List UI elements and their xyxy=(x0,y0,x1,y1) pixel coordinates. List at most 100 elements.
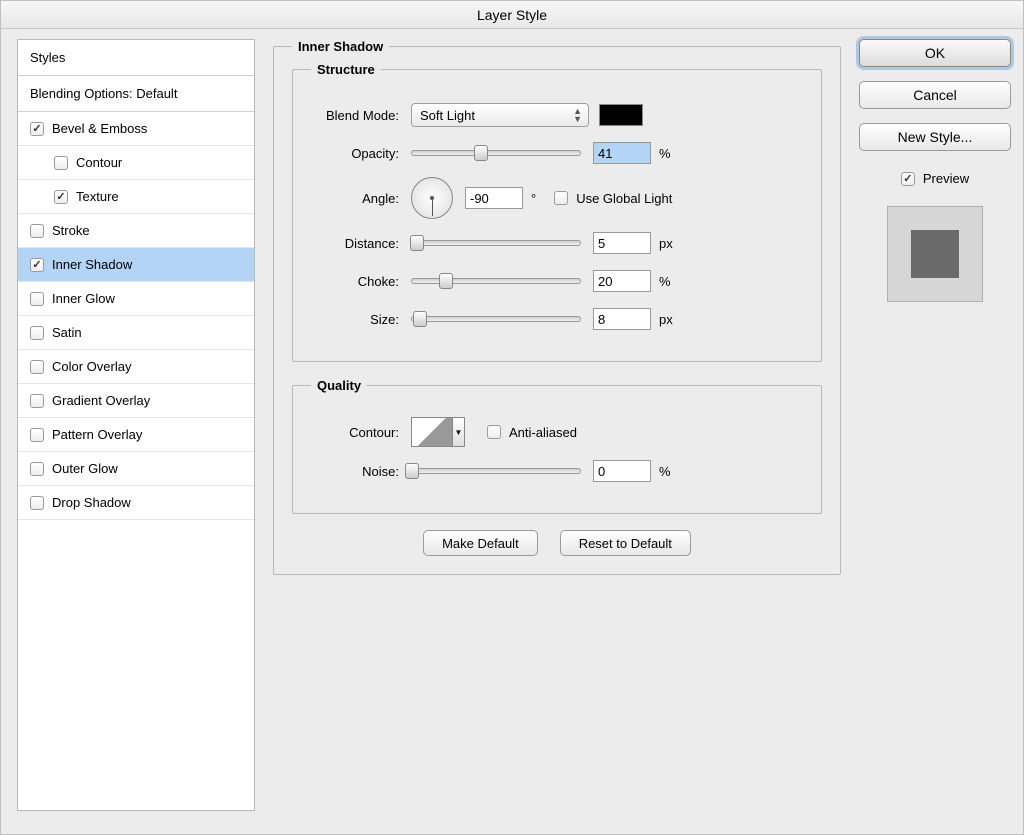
style-item-label: Gradient Overlay xyxy=(52,393,150,408)
new-style-button[interactable]: New Style... xyxy=(859,123,1011,151)
structure-legend: Structure xyxy=(311,62,381,77)
size-row: Size: px xyxy=(311,305,803,333)
preview-label: Preview xyxy=(923,171,969,186)
style-item-outer-glow[interactable]: Outer Glow xyxy=(18,452,254,486)
quality-legend: Quality xyxy=(311,378,367,393)
size-thumb[interactable] xyxy=(413,311,427,327)
angle-input[interactable] xyxy=(465,187,523,209)
style-item-label: Color Overlay xyxy=(52,359,131,374)
cancel-button[interactable]: Cancel xyxy=(859,81,1011,109)
contour-swatch[interactable] xyxy=(411,417,453,447)
preview-swatch xyxy=(911,230,959,278)
ok-button[interactable]: OK xyxy=(859,39,1011,67)
opacity-unit: % xyxy=(659,146,671,161)
main-panel: Inner Shadow Structure Blend Mode: Soft … xyxy=(273,39,841,822)
style-item-label: Pattern Overlay xyxy=(52,427,142,442)
style-item-label: Contour xyxy=(76,155,122,170)
style-checkbox[interactable] xyxy=(54,156,68,170)
structure-fieldset: Structure Blend Mode: Soft Light ▲▼ Opac… xyxy=(292,62,822,362)
contour-dropdown-button[interactable]: ▼ xyxy=(453,417,465,447)
style-item-drop-shadow[interactable]: Drop Shadow xyxy=(18,486,254,520)
inner-shadow-fieldset: Inner Shadow Structure Blend Mode: Soft … xyxy=(273,39,841,575)
style-item-label: Bevel & Emboss xyxy=(52,121,147,136)
style-item-texture[interactable]: Texture xyxy=(18,180,254,214)
distance-thumb[interactable] xyxy=(410,235,424,251)
opacity-slider[interactable] xyxy=(411,150,581,156)
style-item-label: Inner Shadow xyxy=(52,257,132,272)
style-checkbox[interactable] xyxy=(30,360,44,374)
style-item-satin[interactable]: Satin xyxy=(18,316,254,350)
noise-label: Noise: xyxy=(311,464,411,479)
layer-style-dialog: Layer Style Styles Blending Options: Def… xyxy=(0,0,1024,835)
style-item-inner-glow[interactable]: Inner Glow xyxy=(18,282,254,316)
size-slider[interactable] xyxy=(411,316,581,322)
anti-aliased-checkbox[interactable] xyxy=(487,425,501,439)
style-item-label: Outer Glow xyxy=(52,461,118,476)
blending-options-row[interactable]: Blending Options: Default xyxy=(18,76,254,112)
use-global-light-label: Use Global Light xyxy=(576,191,672,206)
styles-list: Styles Blending Options: Default Bevel &… xyxy=(17,39,255,811)
use-global-light-checkbox[interactable] xyxy=(554,191,568,205)
distance-input[interactable] xyxy=(593,232,651,254)
style-item-contour[interactable]: Contour xyxy=(18,146,254,180)
style-item-stroke[interactable]: Stroke xyxy=(18,214,254,248)
preview-checkbox[interactable] xyxy=(901,172,915,186)
make-default-button[interactable]: Make Default xyxy=(423,530,538,556)
choke-label: Choke: xyxy=(311,274,411,289)
style-item-bevel-emboss[interactable]: Bevel & Emboss xyxy=(18,112,254,146)
style-checkbox[interactable] xyxy=(30,394,44,408)
distance-row: Distance: px xyxy=(311,229,803,257)
angle-unit: ° xyxy=(531,191,536,206)
style-checkbox[interactable] xyxy=(30,496,44,510)
shadow-color-swatch[interactable] xyxy=(599,104,643,126)
styles-header[interactable]: Styles xyxy=(18,40,254,76)
style-item-gradient-overlay[interactable]: Gradient Overlay xyxy=(18,384,254,418)
style-checkbox[interactable] xyxy=(30,224,44,238)
right-column: OK Cancel New Style... Preview xyxy=(859,39,1011,822)
preview-row: Preview xyxy=(859,171,1011,186)
noise-slider[interactable] xyxy=(411,468,581,474)
size-input[interactable] xyxy=(593,308,651,330)
contour-label: Contour: xyxy=(311,425,411,440)
style-checkbox[interactable] xyxy=(30,122,44,136)
distance-label: Distance: xyxy=(311,236,411,251)
style-item-inner-shadow[interactable]: Inner Shadow xyxy=(18,248,254,282)
choke-input[interactable] xyxy=(593,270,651,292)
reset-to-default-button[interactable]: Reset to Default xyxy=(560,530,691,556)
blend-mode-dropdown[interactable]: Soft Light ▲▼ xyxy=(411,103,589,127)
distance-unit: px xyxy=(659,236,673,251)
angle-dial[interactable] xyxy=(411,177,453,219)
choke-slider[interactable] xyxy=(411,278,581,284)
style-checkbox[interactable] xyxy=(30,326,44,340)
choke-row: Choke: % xyxy=(311,267,803,295)
noise-unit: % xyxy=(659,464,671,479)
style-checkbox[interactable] xyxy=(54,190,68,204)
opacity-row: Opacity: % xyxy=(311,139,803,167)
noise-input[interactable] xyxy=(593,460,651,482)
style-item-pattern-overlay[interactable]: Pattern Overlay xyxy=(18,418,254,452)
contour-row: Contour: ▼ Anti-aliased xyxy=(311,417,803,447)
blend-mode-label: Blend Mode: xyxy=(311,108,411,123)
style-item-label: Stroke xyxy=(52,223,90,238)
preview-box xyxy=(887,206,983,302)
angle-dial-line-icon xyxy=(432,198,433,216)
opacity-thumb[interactable] xyxy=(474,145,488,161)
blend-mode-row: Blend Mode: Soft Light ▲▼ xyxy=(311,101,803,129)
choke-thumb[interactable] xyxy=(439,273,453,289)
style-checkbox[interactable] xyxy=(30,462,44,476)
style-checkbox[interactable] xyxy=(30,292,44,306)
quality-fieldset: Quality Contour: ▼ Anti-aliased Noise: % xyxy=(292,378,822,514)
style-item-color-overlay[interactable]: Color Overlay xyxy=(18,350,254,384)
angle-row: Angle: ° Use Global Light xyxy=(311,177,803,219)
style-checkbox[interactable] xyxy=(30,428,44,442)
style-checkbox[interactable] xyxy=(30,258,44,272)
default-buttons-row: Make Default Reset to Default xyxy=(292,530,822,556)
dropdown-arrows-icon: ▲▼ xyxy=(573,107,582,123)
panel-title: Inner Shadow xyxy=(292,39,389,54)
anti-aliased-label: Anti-aliased xyxy=(509,425,577,440)
noise-thumb[interactable] xyxy=(405,463,419,479)
distance-slider[interactable] xyxy=(411,240,581,246)
opacity-label: Opacity: xyxy=(311,146,411,161)
style-item-label: Inner Glow xyxy=(52,291,115,306)
opacity-input[interactable] xyxy=(593,142,651,164)
